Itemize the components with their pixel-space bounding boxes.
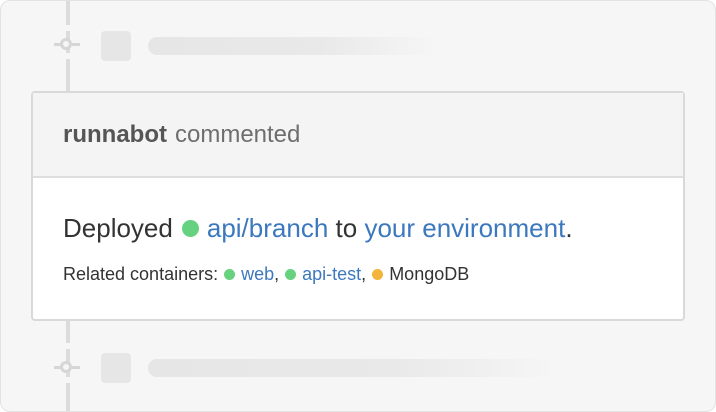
- status-dot-icon: [372, 269, 384, 280]
- deploy-middle: to: [328, 213, 364, 244]
- container-link-api-test[interactable]: api-test: [302, 264, 361, 285]
- related-label: Related containers:: [63, 264, 219, 284]
- status-dot-icon: [285, 269, 297, 280]
- related-containers: Related containers: web , api-test , Mon…: [63, 264, 653, 285]
- environment-link[interactable]: your environment: [364, 213, 565, 244]
- container-link-web[interactable]: web: [241, 264, 274, 285]
- comment-card: runnabot commented Deployed api/branch t…: [31, 91, 685, 321]
- deploy-middle-text: to: [335, 213, 358, 243]
- activity-timeline: runnabot commented Deployed api/branch t…: [0, 0, 716, 412]
- container-mongodb: MongoDB: [389, 264, 470, 284]
- status-dot-icon: [181, 220, 199, 237]
- avatar-placeholder: [101, 353, 131, 383]
- comment-author[interactable]: runnabot: [63, 121, 167, 149]
- separator: ,: [274, 264, 280, 284]
- text-placeholder: [148, 359, 558, 377]
- commit-icon: [60, 38, 72, 50]
- deploy-prefix: Deployed: [63, 213, 173, 243]
- commit-stem: [72, 366, 80, 369]
- deploy-suffix: .: [565, 213, 573, 243]
- text-placeholder: [148, 37, 438, 55]
- avatar-placeholder: [101, 31, 131, 61]
- comment-body: Deployed api/branch to your environment …: [33, 213, 683, 285]
- branch-link[interactable]: api/branch: [207, 213, 328, 244]
- separator: ,: [361, 264, 367, 284]
- deploy-message: Deployed api/branch to your environment …: [63, 213, 653, 244]
- comment-action: commented: [174, 120, 301, 148]
- commit-icon: [60, 361, 72, 373]
- comment-header: runnabot commented: [33, 93, 683, 178]
- status-dot-icon: [224, 269, 236, 280]
- commit-stem: [72, 43, 80, 46]
